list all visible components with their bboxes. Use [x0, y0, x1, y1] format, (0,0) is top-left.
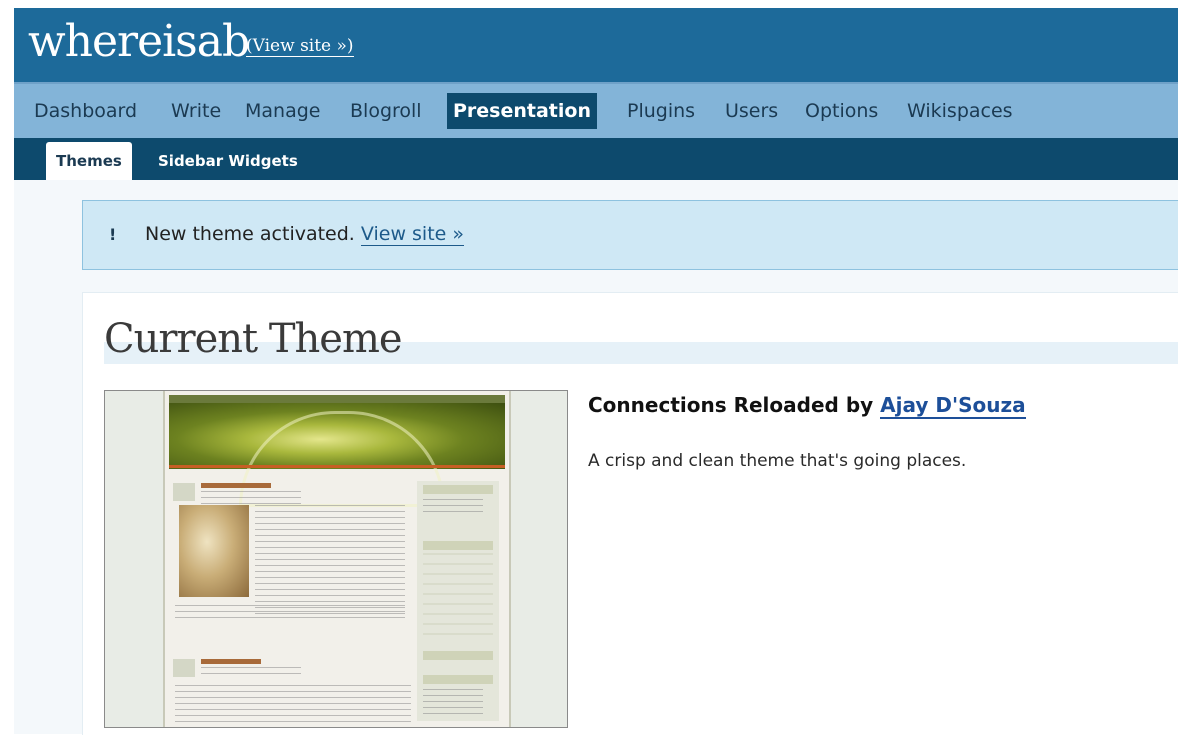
tab-dashboard[interactable]: Dashboard [34, 93, 137, 129]
left-gutter [0, 0, 14, 734]
screenshot-topbar [169, 395, 505, 403]
exclamation-icon: ! [109, 225, 117, 244]
screenshot-sidebar-box [423, 651, 493, 660]
main-nav: Dashboard Write Manage Blogroll Presenta… [14, 82, 1178, 138]
theme-by-label: by [845, 393, 874, 417]
tab-presentation[interactable]: Presentation [447, 93, 597, 129]
screenshot-post-meta-2 [201, 667, 301, 679]
screenshot-accent-line [169, 465, 505, 468]
notice-message: New theme activated. View site » [145, 223, 465, 246]
screenshot-post-text-2 [175, 605, 405, 621]
subtab-sidebar-widgets[interactable]: Sidebar Widgets [158, 142, 298, 180]
tab-wikispaces[interactable]: Wikispaces [907, 93, 1013, 129]
screenshot-calendar [423, 553, 493, 643]
tab-users[interactable]: Users [725, 93, 778, 129]
screenshot-post-image [179, 505, 249, 597]
view-site-link[interactable]: (View site ») [246, 36, 354, 57]
tab-manage[interactable]: Manage [245, 93, 320, 129]
tab-options[interactable]: Options [805, 93, 878, 129]
screenshot-post-text-3 [175, 685, 411, 725]
sub-nav: Themes Sidebar Widgets [14, 138, 1178, 180]
subtab-themes[interactable]: Themes [46, 142, 132, 180]
notice-text: New theme activated. [145, 223, 355, 245]
screenshot-post-thumb-2 [173, 659, 195, 677]
admin-header: whereisab (View site ») [14, 8, 1178, 82]
screenshot-post-meta [201, 491, 301, 505]
current-theme-heading: Current Theme [104, 314, 1178, 364]
screenshot-sidebar-box [423, 675, 493, 684]
screenshot-post-thumb [173, 483, 195, 501]
screenshot-sidebar-text [423, 499, 483, 513]
screenshot-post-text [255, 505, 405, 615]
screenshot-banner [169, 403, 505, 507]
theme-description: A crisp and clean theme that's going pla… [588, 451, 967, 471]
notice-view-site-link[interactable]: View site » [360, 223, 465, 246]
screenshot-sidebar-box [423, 485, 493, 494]
screenshot-post-heading-2 [201, 659, 261, 664]
theme-name: Connections Reloaded [588, 393, 839, 417]
screenshot-sidebar [417, 481, 499, 721]
tab-blogroll[interactable]: Blogroll [350, 93, 422, 129]
theme-title: Connections Reloaded by Ajay D'Souza [588, 393, 1026, 419]
blog-title: whereisab [28, 16, 250, 67]
screenshot-sidebar-text [423, 689, 483, 719]
screenshot-page [163, 391, 511, 727]
tab-write[interactable]: Write [171, 93, 221, 129]
screenshot-post-heading [201, 483, 271, 488]
tab-plugins[interactable]: Plugins [627, 93, 695, 129]
update-notice: ! New theme activated. View site » [82, 200, 1178, 270]
screenshot-sidebar-box [423, 541, 493, 550]
theme-author-link[interactable]: Ajay D'Souza [880, 393, 1026, 419]
theme-screenshot [104, 390, 568, 728]
